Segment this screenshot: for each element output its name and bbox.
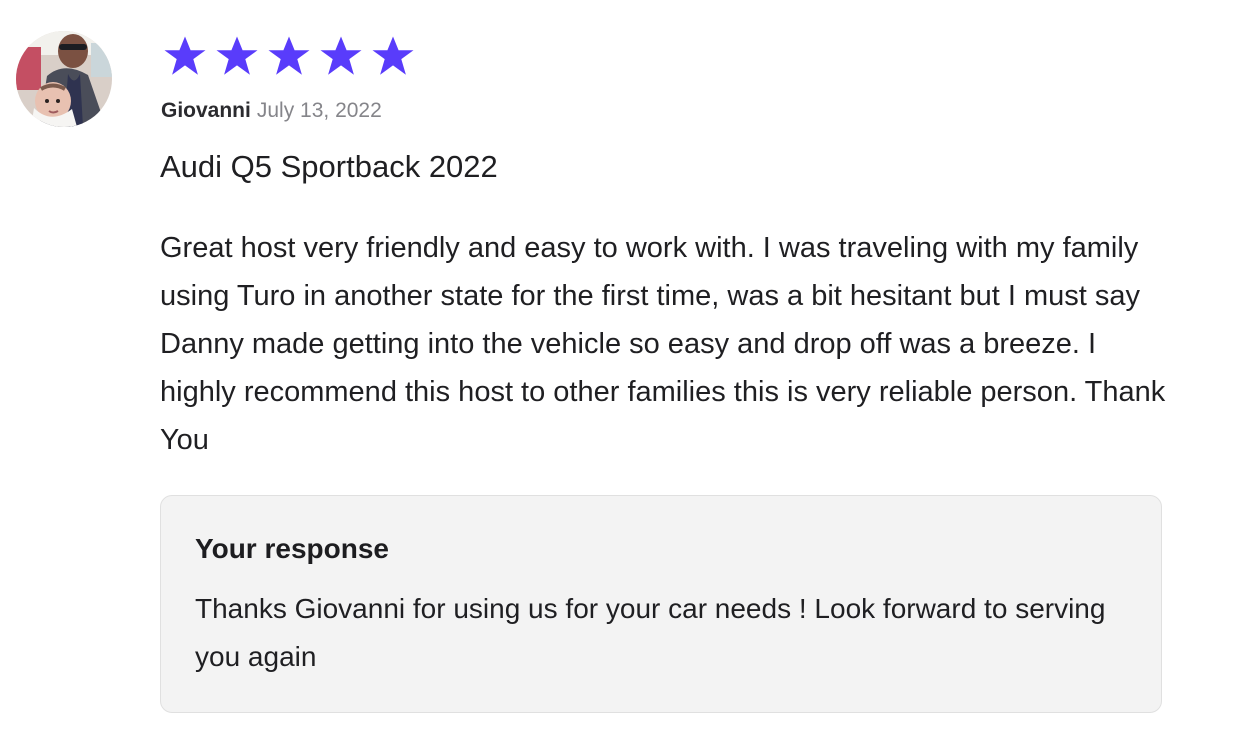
star-rating: [162, 35, 416, 77]
car-title: Audi Q5 Sportback 2022: [160, 149, 498, 184]
review-date: July 13, 2022: [256, 99, 382, 122]
star-icon: [214, 35, 260, 77]
review-meta: Giovanni July 13, 2022: [161, 98, 382, 124]
reviewer-name[interactable]: Giovanni: [161, 99, 251, 122]
star-icon: [318, 35, 364, 77]
review-card: Giovanni July 13, 2022 Audi Q5 Sportback …: [0, 0, 1250, 738]
star-icon: [266, 35, 312, 77]
response-card: Your response Thanks Giovanni for using …: [160, 495, 1162, 713]
star-icon: [162, 35, 208, 77]
avatar-photo: [16, 31, 112, 127]
response-text: Thanks Giovanni for using us for your ca…: [195, 593, 1106, 672]
reviewer-avatar[interactable]: [16, 31, 112, 127]
review-text: Great host very friendly and easy to wor…: [160, 232, 1166, 456]
star-icon: [370, 35, 416, 77]
response-title: Your response: [195, 533, 389, 564]
